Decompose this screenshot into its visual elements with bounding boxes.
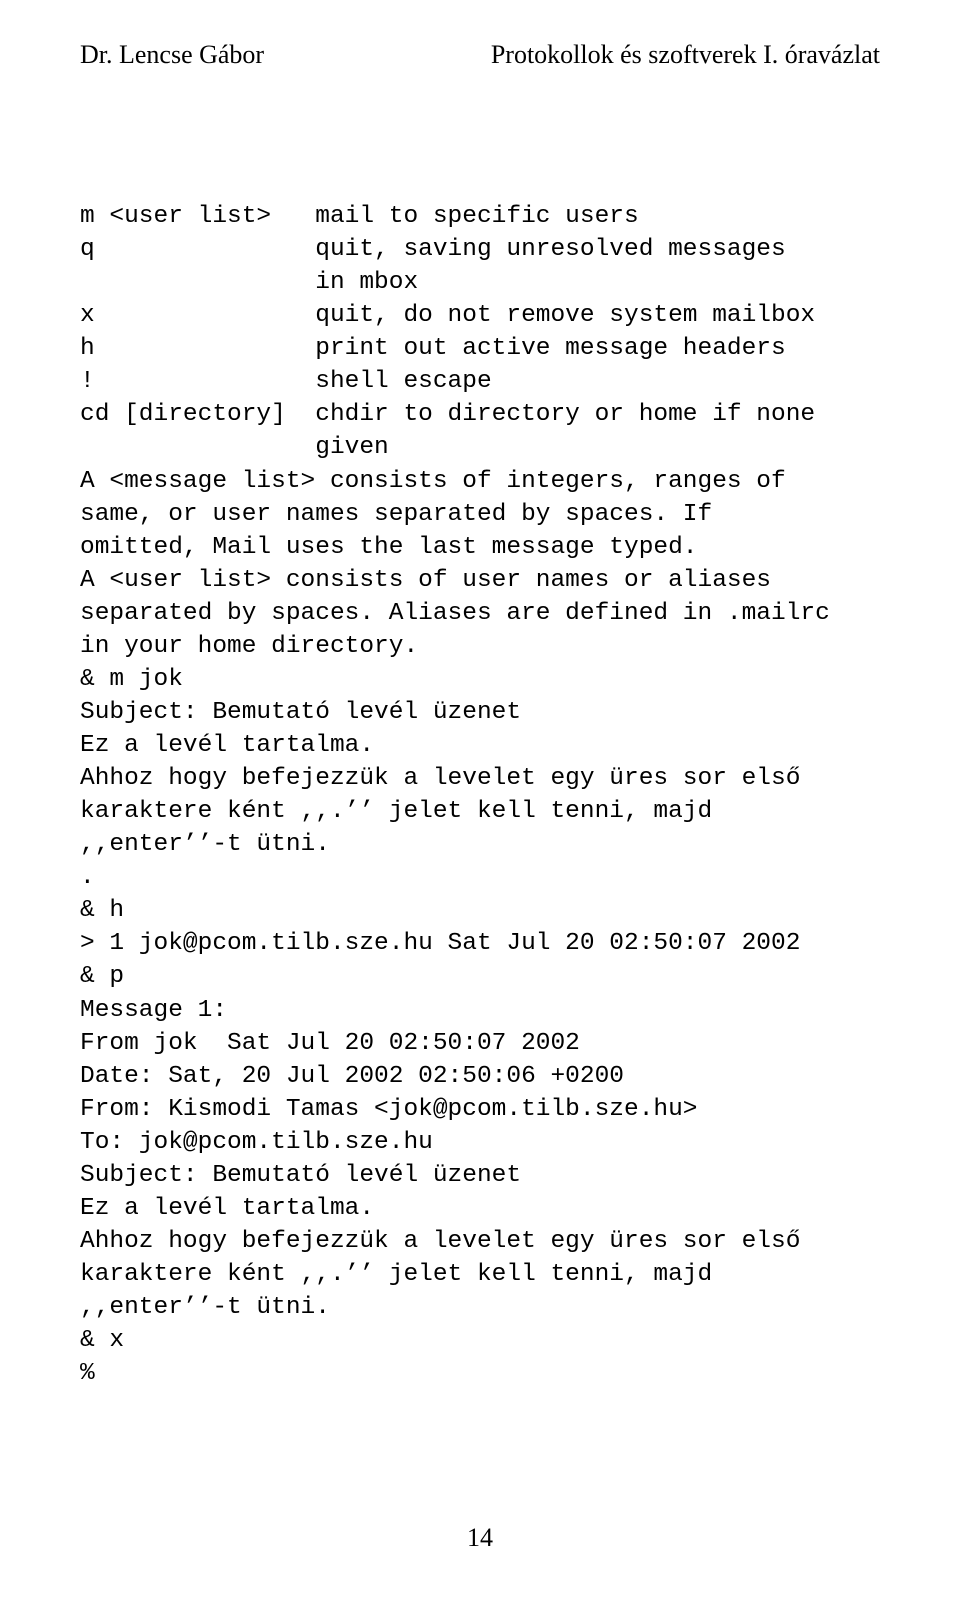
- header-left: Dr. Lencse Gábor: [80, 40, 264, 70]
- page-header: Dr. Lencse Gábor Protokollok és szoftver…: [80, 40, 880, 70]
- page-footer: 14: [0, 1523, 960, 1553]
- body-content: m <user list> mail to specific users q q…: [80, 200, 880, 1390]
- header-right: Protokollok és szoftverek I. óravázlat: [491, 40, 880, 70]
- page-number: 14: [467, 1523, 493, 1552]
